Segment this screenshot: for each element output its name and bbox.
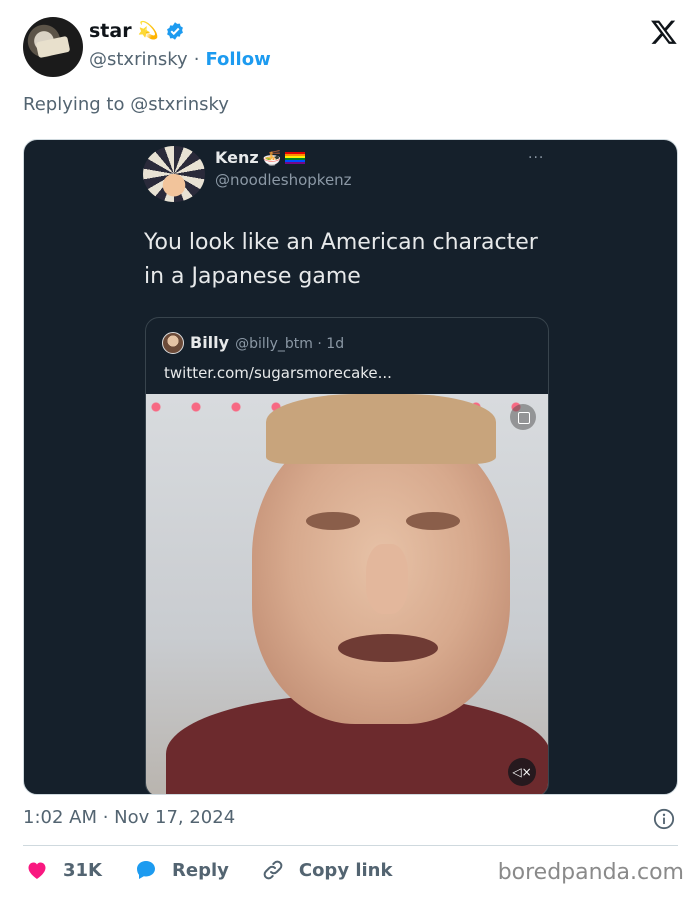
author-name[interactable]: star — [89, 20, 132, 42]
inner-handle: @noodleshopkenz — [215, 171, 352, 189]
heart-icon — [28, 862, 46, 879]
nose — [366, 544, 408, 614]
author-handle[interactable]: @stxrinsky — [89, 49, 188, 70]
replying-handle[interactable]: @stxrinsky — [130, 94, 229, 115]
verified-badge-icon — [166, 22, 183, 40]
quote-name-row: Billy @billy_btm · 1d — [190, 333, 344, 352]
divider — [23, 845, 678, 846]
quote-avatar — [162, 332, 184, 354]
author-avatar[interactable] — [23, 17, 83, 77]
hair — [266, 394, 496, 464]
right-eye — [406, 512, 460, 530]
author-handle-row: @stxrinsky · Follow — [89, 49, 271, 70]
video-frame: ◁× — [146, 394, 548, 794]
noodle-emoji: 🍜 — [262, 148, 282, 167]
inner-avatar — [143, 146, 205, 202]
copy-link-label: Copy link — [298, 859, 393, 881]
quoted-tweet: Billy @billy_btm · 1d twitter.com/sugars… — [145, 317, 549, 794]
replying-to: Replying to @stxrinsky — [23, 94, 229, 115]
rainbow-flag-icon — [285, 151, 306, 164]
reply-bubble-icon — [137, 861, 155, 879]
author-name-row: star 💫 — [89, 20, 185, 42]
quote-handle: @billy_btm · 1d — [235, 336, 345, 352]
watermark: boredpanda.com — [497, 860, 684, 885]
mute-icon: ◁× — [508, 758, 536, 786]
quote-link: twitter.com/sugarsmorecake... — [164, 364, 392, 382]
x-logo-icon[interactable] — [650, 18, 678, 46]
link-icon — [263, 860, 283, 880]
mouth — [338, 634, 438, 662]
info-icon[interactable] — [653, 808, 675, 830]
like-count: 31K — [63, 859, 102, 881]
action-bar: 31K Reply Copy link — [25, 858, 392, 882]
left-eye — [306, 512, 360, 530]
more-dots-icon: ··· — [528, 150, 545, 166]
like-button[interactable]: 31K — [25, 858, 102, 882]
copy-link-button[interactable]: Copy link — [261, 858, 393, 882]
follow-button[interactable]: Follow — [205, 49, 270, 70]
inner-tweet-text: You look like an American character in a… — [144, 230, 538, 289]
author-emoji: 💫 — [137, 21, 159, 41]
reply-label: Reply — [172, 859, 229, 881]
quote-name: Billy — [190, 333, 230, 352]
embedded-screenshot[interactable]: Kenz 🍜 @noodleshopkenz ··· You look like… — [23, 139, 678, 795]
gif-icon — [510, 404, 536, 430]
separator: · — [193, 49, 200, 70]
inner-name: Kenz — [215, 148, 259, 167]
inner-name-row: Kenz 🍜 — [215, 148, 306, 167]
post-timestamp[interactable]: 1:02 AM · Nov 17, 2024 — [23, 807, 235, 828]
reply-button[interactable]: Reply — [134, 858, 229, 882]
replying-prefix: Replying to — [23, 94, 125, 115]
tweet-card: star 💫 @stxrinsky · Follow Replying to @… — [0, 0, 700, 898]
